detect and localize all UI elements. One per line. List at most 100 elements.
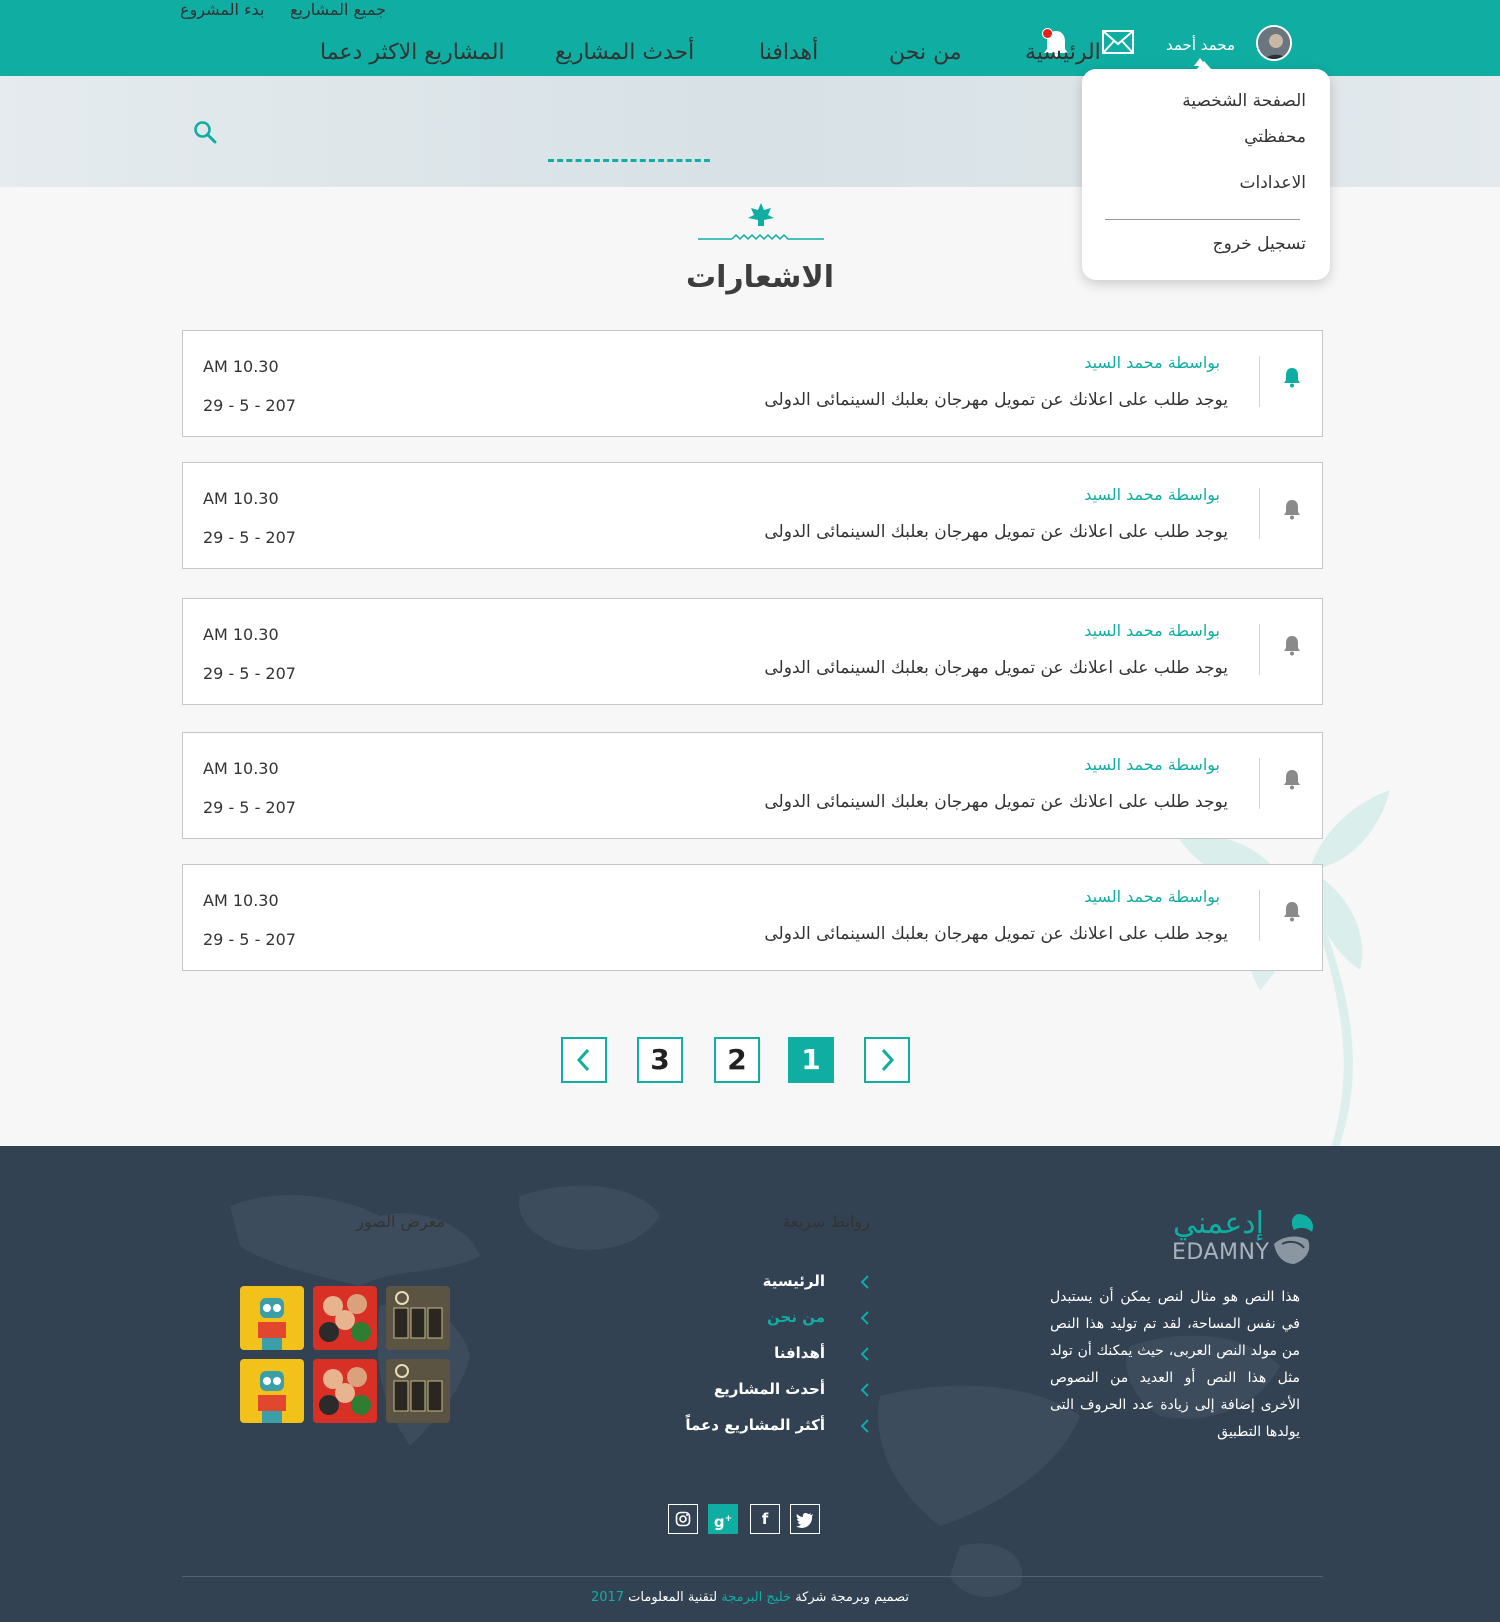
copyright-suffix: لتقنية المعلومات <box>628 1590 718 1605</box>
nav-active-indicator <box>548 159 710 162</box>
notification-message: يوجد طلب على اعلانك عن تمويل مهرجان بعلب… <box>764 792 1228 812</box>
notification-time: AM 10.30 <box>203 759 279 778</box>
copyright-text: تصميم وبرمجة شركة خليج البرمجة لتقنية ال… <box>450 1590 1050 1605</box>
start-project-link[interactable]: بدء المشروع <box>180 0 264 19</box>
search-icon[interactable] <box>193 120 217 148</box>
footer-link-label: أحدث المشاريع <box>713 1380 825 1398</box>
all-projects-link[interactable]: جميع المشاريع <box>290 0 386 19</box>
footer-about-text: هذا النص هو مثال لنص يمكن أن يستبدل في ن… <box>1050 1289 1300 1440</box>
user-avatar[interactable] <box>1256 25 1292 61</box>
menu-item-wallet[interactable]: محفظتي <box>1244 127 1306 147</box>
notification-date: 29 - 5 - 207 <box>203 396 296 415</box>
gallery-thumbnail[interactable] <box>386 1359 450 1423</box>
gallery-thumbnail[interactable] <box>313 1359 377 1423</box>
logo-english-text: EDAMNY <box>1172 1240 1270 1265</box>
bell-icon <box>1283 634 1301 660</box>
edamny-logo: إدعمني EDAMNY <box>1170 1206 1318 1266</box>
bell-icon <box>1283 900 1301 926</box>
notification-message: يوجد طلب على اعلانك عن تمويل مهرجان بعلب… <box>764 924 1228 944</box>
notification-author[interactable]: بواسطة محمد السيد <box>1084 485 1220 504</box>
notification-date: 29 - 5 - 207 <box>203 798 296 817</box>
logo-arabic-text: إدعمني <box>1173 1206 1264 1241</box>
menu-item-settings[interactable]: الاعدادات <box>1239 173 1306 193</box>
mail-icon[interactable] <box>1102 30 1134 58</box>
gallery-thumbnail[interactable] <box>386 1286 450 1350</box>
nav-item-goals[interactable]: أهدافنا <box>759 40 818 65</box>
notification-time: AM 10.30 <box>203 357 279 376</box>
gallery-thumbnail[interactable] <box>240 1286 304 1350</box>
copyright-prefix: تصميم وبرمجة شركة <box>795 1590 910 1605</box>
nav-item-home[interactable]: الرئيسية <box>1025 40 1101 65</box>
chevron-left-icon <box>860 1310 870 1330</box>
pagination-page-2[interactable]: 2 <box>714 1037 760 1083</box>
pagination-page-3[interactable]: 3 <box>637 1037 683 1083</box>
bell-icon <box>1283 366 1301 392</box>
card-divider <box>1259 758 1260 809</box>
bell-icon <box>1283 498 1301 524</box>
dropdown-divider <box>1105 219 1300 220</box>
card-divider <box>1259 624 1260 675</box>
notification-date: 29 - 5 - 207 <box>203 930 296 949</box>
chevron-left-icon <box>860 1274 870 1294</box>
twitter-icon[interactable] <box>790 1504 820 1534</box>
footer-link-label: أكثر المشاريع دعماً <box>685 1416 825 1434</box>
card-divider <box>1259 356 1260 407</box>
notification-date: 29 - 5 - 207 <box>203 528 296 547</box>
chevron-left-icon <box>860 1346 870 1366</box>
menu-item-profile[interactable]: الصفحة الشخصية <box>1182 91 1306 111</box>
nav-item-about[interactable]: من نحن <box>889 40 962 65</box>
google-plus-icon[interactable]: g+ <box>708 1504 738 1534</box>
card-divider <box>1259 488 1260 539</box>
chevron-left-icon <box>860 1418 870 1438</box>
logo-mark-icon <box>1268 1210 1318 1270</box>
footer-link-home[interactable]: الرئيسية <box>763 1272 825 1290</box>
company-link[interactable]: خليج البرمجة <box>721 1590 791 1605</box>
notification-time: AM 10.30 <box>203 891 279 910</box>
footer-link-goals[interactable]: أهدافنا <box>774 1344 825 1362</box>
unread-indicator-dot <box>1042 28 1053 39</box>
footer-link-label: من نحن <box>767 1308 825 1326</box>
user-dropdown-menu: الصفحة الشخصية محفظتي الاعدادات تسجيل خر… <box>1082 61 1330 280</box>
instagram-icon[interactable] <box>668 1504 698 1534</box>
copyright-year: 2017 <box>590 1590 625 1605</box>
facebook-icon[interactable]: f <box>750 1504 780 1534</box>
footer-link-label: الرئيسية <box>762 1272 825 1290</box>
notification-date: 29 - 5 - 207 <box>203 664 296 683</box>
gallery-thumbnail[interactable] <box>313 1286 377 1350</box>
pagination-page-1[interactable]: 1 <box>788 1037 834 1083</box>
notification-time: AM 10.30 <box>203 625 279 644</box>
card-divider <box>1259 890 1260 941</box>
nav-item-most-supported[interactable]: المشاريع الاكثر دعما <box>320 40 505 65</box>
notification-card[interactable]: AM 10.30 29 - 5 - 207 بواسطة محمد السيد … <box>182 330 1323 437</box>
quick-links-title: روابط سريعة <box>782 1212 870 1231</box>
footer-link-label: أهدافنا <box>774 1344 825 1362</box>
notification-card[interactable]: AM 10.30 29 - 5 - 207 بواسطة محمد السيد … <box>182 462 1323 569</box>
notification-author[interactable]: بواسطة محمد السيد <box>1084 353 1220 372</box>
page-title: الاشعارات <box>685 260 835 295</box>
dropdown-caret <box>1196 61 1212 70</box>
pagination-next-button[interactable] <box>864 1037 910 1083</box>
pagination-prev-button[interactable] <box>561 1037 607 1083</box>
notification-author[interactable]: بواسطة محمد السيد <box>1084 621 1220 640</box>
notification-card[interactable]: AM 10.30 29 - 5 - 207 بواسطة محمد السيد … <box>182 598 1323 705</box>
footer-divider <box>182 1576 1323 1577</box>
footer-link-most-supported[interactable]: أكثر المشاريع دعماً <box>685 1416 825 1434</box>
notification-message: يوجد طلب على اعلانك عن تمويل مهرجان بعلب… <box>764 390 1228 410</box>
gallery-title: معرض الصور <box>356 1212 445 1231</box>
gallery-thumbnail[interactable] <box>240 1359 304 1423</box>
bell-icon <box>1283 768 1301 794</box>
notification-message: يوجد طلب على اعلانك عن تمويل مهرجان بعلب… <box>764 658 1228 678</box>
notification-time: AM 10.30 <box>203 489 279 508</box>
notification-author[interactable]: بواسطة محمد السيد <box>1084 755 1220 774</box>
footer-link-latest-projects[interactable]: أحدث المشاريع <box>714 1380 825 1398</box>
user-name[interactable]: محمد أحمد <box>1166 36 1235 54</box>
nav-item-latest-projects[interactable]: أحدث المشاريع <box>555 40 694 65</box>
chevron-left-icon <box>860 1382 870 1402</box>
notification-message: يوجد طلب على اعلانك عن تمويل مهرجان بعلب… <box>764 522 1228 542</box>
footer-link-about[interactable]: من نحن <box>767 1308 825 1326</box>
menu-item-logout[interactable]: تسجيل خروج <box>1213 234 1306 254</box>
notification-author[interactable]: بواسطة محمد السيد <box>1084 887 1220 906</box>
notification-card[interactable]: AM 10.30 29 - 5 - 207 بواسطة محمد السيد … <box>182 732 1323 839</box>
notification-card[interactable]: AM 10.30 29 - 5 - 207 بواسطة محمد السيد … <box>182 864 1323 971</box>
title-ornament-icon <box>698 203 824 247</box>
